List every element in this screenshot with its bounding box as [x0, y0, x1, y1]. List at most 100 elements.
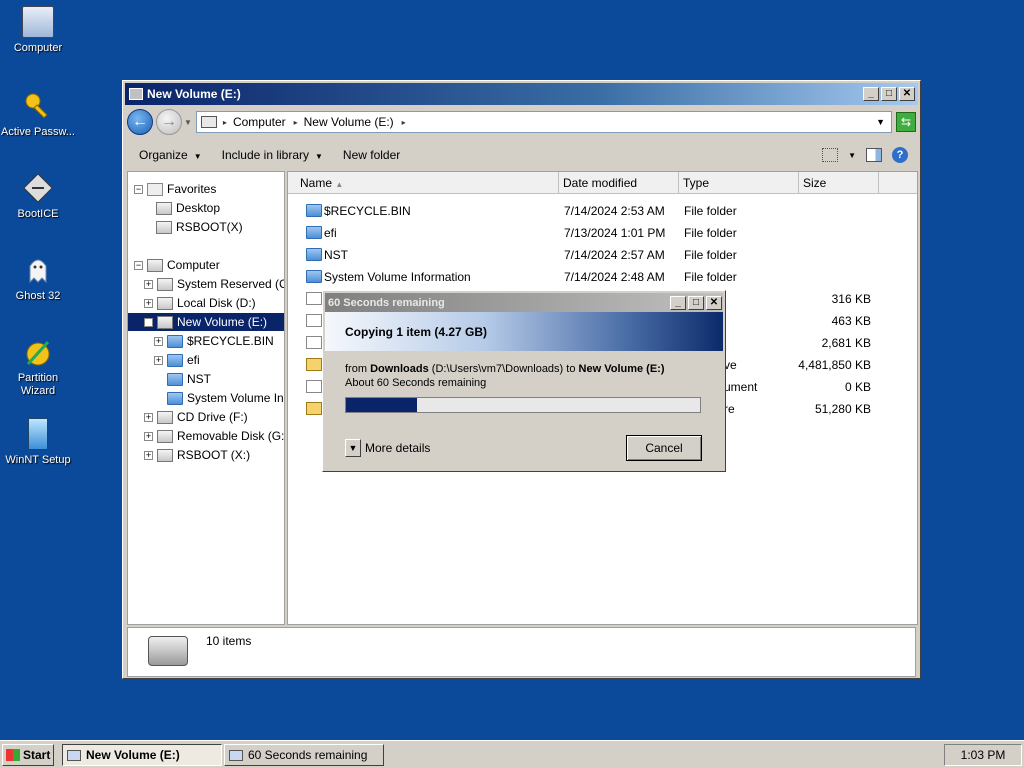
start-button[interactable]: Start — [2, 744, 54, 766]
expand-icon[interactable]: + — [154, 355, 163, 365]
file-size: 463 KB — [831, 314, 871, 328]
tree-item-removable-disk[interactable]: + Removable Disk (G:) — [144, 427, 284, 445]
column-header-date[interactable]: Date modified — [559, 172, 679, 194]
organize-button[interactable]: Organize ▼ — [139, 148, 202, 162]
drive-icon — [129, 88, 143, 100]
breadcrumb-arrow-icon[interactable]: ▸ — [402, 118, 406, 127]
address-bar-row: ← → ▼ ▸ Computer ▸ New Volume (E:) ▸ ▼ ⇆ — [127, 107, 916, 137]
copy-progress-dialog[interactable]: 60 Seconds remaining _ □ ✕ Copying 1 ite… — [322, 290, 726, 472]
favorites-icon — [147, 182, 163, 196]
desktop-icon-label: Ghost 32 — [15, 290, 61, 302]
tree-item-new-volume[interactable]: − New Volume (E:) — [128, 313, 284, 331]
column-header-label: Size — [803, 176, 827, 190]
from-prefix: from — [345, 363, 367, 375]
taskbar-button-explorer[interactable]: New Volume (E:) — [62, 744, 222, 766]
dialog-titlebar[interactable]: 60 Seconds remaining _ □ ✕ — [325, 293, 723, 312]
minimize-button[interactable]: _ — [670, 295, 686, 310]
navigation-pane[interactable]: − Favorites Desktop RSBOOT(X) − Computer +… — [127, 171, 285, 625]
refresh-button[interactable]: ⇆ — [896, 112, 916, 132]
source-link[interactable]: Downloads — [370, 363, 429, 375]
collapse-icon[interactable]: − — [134, 184, 143, 194]
file-icon — [306, 336, 322, 349]
column-header-type[interactable]: Type — [679, 172, 799, 194]
include-in-library-button[interactable]: Include in library ▼ — [222, 148, 323, 162]
file-row[interactable]: System Volume Information 7/14/2024 2:48… — [288, 266, 917, 288]
back-button[interactable]: ← — [127, 109, 153, 135]
file-date: 7/14/2024 2:53 AM — [564, 204, 665, 218]
maximize-button[interactable]: □ — [881, 87, 897, 101]
tree-item-label: $RECYCLE.BIN — [187, 334, 274, 348]
tree-item-label: System Volume Information — [187, 391, 284, 405]
folder-icon — [306, 270, 322, 283]
more-details-toggle[interactable]: ▼ More details — [345, 439, 430, 457]
expand-icon[interactable]: + — [144, 298, 153, 308]
column-header-size[interactable]: Size — [799, 172, 879, 194]
copy-icon — [229, 749, 243, 761]
file-row[interactable]: efi 7/13/2024 1:01 PM File folder — [288, 222, 917, 244]
file-row[interactable]: $RECYCLE.BIN 7/14/2024 2:53 AM File fold… — [288, 200, 917, 222]
tree-item-rsboot-fav[interactable]: RSBOOT(X) — [156, 218, 243, 236]
setup-icon — [28, 418, 48, 450]
chevron-down-icon[interactable]: ▼ — [345, 439, 361, 457]
new-folder-button[interactable]: New folder — [343, 148, 400, 162]
tree-item-cd-drive[interactable]: + CD Drive (F:) — [144, 408, 248, 426]
desktop-icon-bootice[interactable]: BootICE — [0, 172, 76, 221]
address-bar[interactable]: ▸ Computer ▸ New Volume (E:) ▸ ▼ — [195, 111, 892, 133]
system-tray-clock[interactable]: 1:03 PM — [944, 744, 1022, 766]
breadcrumb-new-volume[interactable]: New Volume (E:) — [304, 115, 394, 129]
close-button[interactable]: ✕ — [706, 295, 722, 310]
tree-item-nst[interactable]: NST — [154, 370, 211, 388]
file-row[interactable]: NST 7/14/2024 2:57 AM File folder — [288, 244, 917, 266]
column-header-label: Name — [300, 176, 333, 190]
maximize-button[interactable]: □ — [688, 295, 704, 310]
help-icon[interactable]: ? — [892, 147, 908, 163]
taskbar-button-copy[interactable]: 60 Seconds remaining — [224, 744, 384, 766]
tree-item-efi[interactable]: + efi — [154, 351, 200, 369]
window-titlebar[interactable]: New Volume (E:) _ □ ✕ — [125, 83, 918, 105]
expand-icon[interactable]: + — [144, 450, 153, 460]
desktop-icon-ghost[interactable]: Ghost 32 — [0, 254, 76, 303]
desktop-icon-computer[interactable]: Computer — [0, 6, 76, 55]
tree-item-system-reserved[interactable]: + System Reserved (C:) — [144, 275, 284, 293]
close-button[interactable]: ✕ — [899, 87, 915, 101]
archive-icon — [306, 358, 322, 371]
expand-icon[interactable]: + — [144, 279, 153, 289]
breadcrumb-arrow-icon[interactable]: ▸ — [294, 118, 298, 127]
column-header-name[interactable]: Name ▲ — [288, 172, 559, 194]
chevron-down-icon: ▼ — [315, 152, 323, 161]
hard-drive-icon — [148, 636, 188, 666]
view-options-dropdown[interactable]: ▼ — [848, 151, 856, 160]
tree-item-computer[interactable]: − Computer — [134, 256, 220, 274]
tree-item-local-disk[interactable]: + Local Disk (D:) — [144, 294, 256, 312]
column-header-row: Name ▲ Date modified Type Size — [288, 172, 917, 194]
breadcrumb-arrow-icon[interactable]: ▸ — [223, 118, 227, 127]
desktop-icon-partition-wizard[interactable]: Partition Wizard — [0, 336, 76, 398]
change-view-icon[interactable] — [822, 148, 839, 162]
recent-pages-dropdown[interactable]: ▼ — [184, 118, 192, 127]
minimize-button[interactable]: _ — [863, 87, 879, 101]
file-name: NST — [324, 248, 348, 262]
expand-icon[interactable]: + — [144, 431, 153, 441]
source-path: (D:\Users\vm7\Downloads) — [431, 363, 564, 375]
address-history-dropdown[interactable]: ▼ — [876, 117, 885, 127]
tree-item-system-volume-info[interactable]: System Volume Information — [154, 389, 284, 407]
desktop-icon-active-password[interactable]: Active Passw... — [0, 90, 76, 139]
expand-icon[interactable]: + — [154, 336, 163, 346]
file-size: 51,280 KB — [814, 402, 871, 416]
cancel-button[interactable]: Cancel — [626, 435, 702, 461]
expand-icon[interactable]: + — [144, 412, 153, 422]
folder-icon — [306, 248, 322, 261]
desktop-icon-winnt-setup[interactable]: WinNT Setup — [0, 418, 76, 467]
preview-pane-icon[interactable] — [866, 148, 882, 162]
include-label: Include in library — [221, 148, 309, 162]
tree-item-desktop[interactable]: Desktop — [156, 199, 220, 217]
collapse-icon[interactable]: − — [134, 260, 143, 270]
destination-link[interactable]: New Volume (E:) — [579, 363, 665, 375]
forward-button[interactable]: → — [156, 109, 182, 135]
breadcrumb-computer[interactable]: Computer — [233, 115, 286, 129]
tree-item-favorites[interactable]: − Favorites — [134, 180, 216, 198]
tree-item-rsboot[interactable]: + RSBOOT (X:) — [144, 446, 250, 464]
tree-item-recycle-bin[interactable]: + $RECYCLE.BIN — [154, 332, 274, 350]
collapse-icon[interactable]: − — [144, 317, 153, 327]
taskbar-button-label: New Volume (E:) — [86, 748, 180, 762]
